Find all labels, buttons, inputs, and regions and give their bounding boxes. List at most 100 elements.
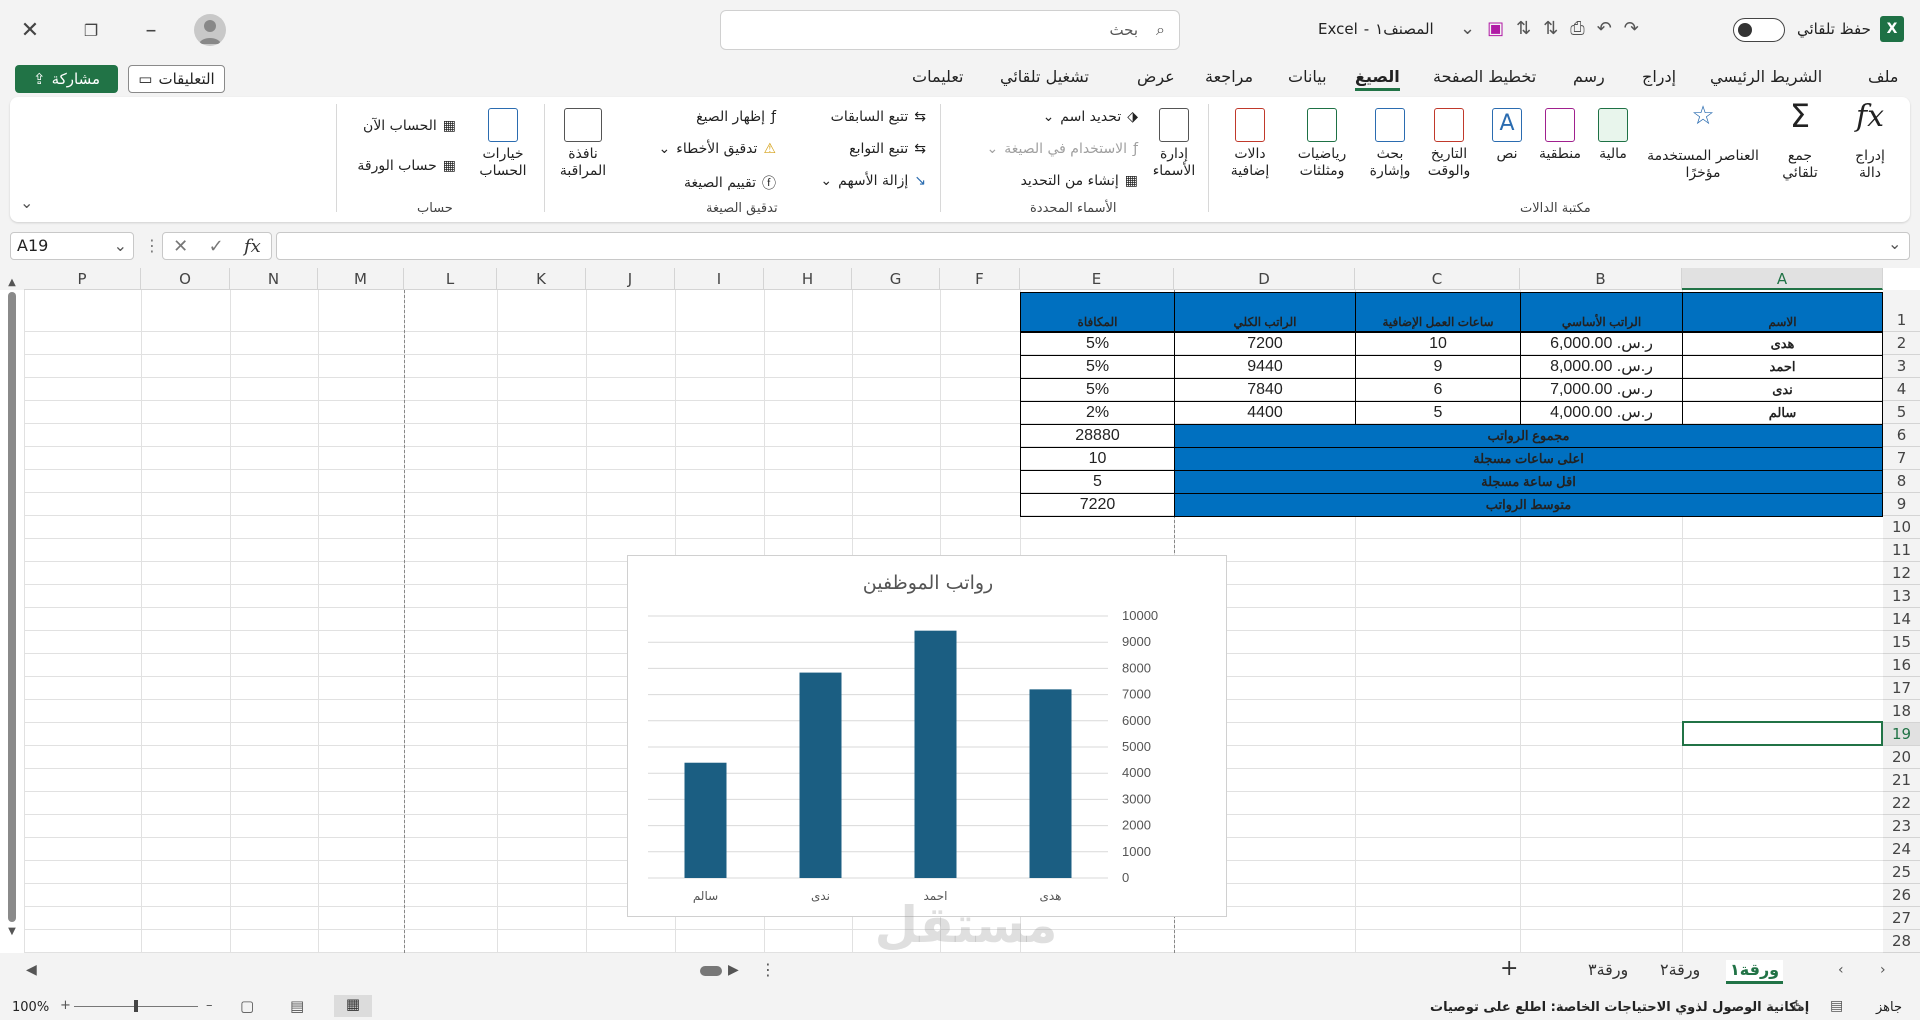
comments-button[interactable]: ▭ التعليقات <box>128 65 225 93</box>
cell-total-salary[interactable]: 7840 <box>1174 378 1356 402</box>
remove-arrows-button[interactable]: ↘ إزالة الأسهم ⌄ <box>792 173 926 189</box>
row-header-3[interactable]: 3 <box>1883 355 1920 378</box>
calc-options-button[interactable]: خيارات الحساب <box>470 108 536 180</box>
financial-button[interactable]: مالية <box>1590 108 1636 163</box>
cell-overtime[interactable]: 6 <box>1355 378 1521 402</box>
scroll-right-icon[interactable]: ▶ <box>728 962 739 978</box>
next-sheet-icon[interactable]: › <box>1880 962 1886 978</box>
math-button[interactable]: رياضيات ومثلثات <box>1284 108 1360 180</box>
calc-now-button[interactable]: ▦ الحساب الآن <box>350 118 456 134</box>
column-header-k[interactable]: K <box>497 268 586 290</box>
cell-total-salary[interactable]: 9440 <box>1174 355 1356 379</box>
sheet-tab-1[interactable]: ورقة١ <box>1726 960 1784 984</box>
summary-label[interactable]: مجموع الرواتب <box>1174 424 1883 448</box>
customize-qat-icon[interactable]: ⌄ <box>1460 18 1475 39</box>
tab-view[interactable]: عرض <box>1137 67 1175 86</box>
tab-formulas[interactable]: الصيغ <box>1355 67 1400 91</box>
datetime-button[interactable]: التاريخ والوقت <box>1418 108 1480 180</box>
selected-cell[interactable] <box>1682 721 1883 746</box>
tab-home[interactable]: الشريط الرئيسي <box>1710 67 1822 86</box>
chart-bar-4[interactable] <box>684 762 727 878</box>
error-checking-button[interactable]: ⚠ تدقيق الأخطاء ⌄ <box>630 141 776 157</box>
scroll-left-icon[interactable]: ◀ <box>26 962 37 978</box>
recently-used-button[interactable]: ☆ العناصر المستخدمة مؤخرًا <box>1640 103 1766 182</box>
sort-desc-icon[interactable]: ⇅ <box>1543 18 1558 39</box>
check-icon[interactable]: ✓ <box>209 236 224 257</box>
row-header-5[interactable]: 5 <box>1883 401 1920 424</box>
summary-value[interactable]: 7220 <box>1020 493 1175 517</box>
share-button[interactable]: ⇪ مشاركة <box>15 65 118 93</box>
watch-window-button[interactable]: نافذة المراقبة <box>552 108 614 180</box>
zoom-thumb[interactable] <box>134 1000 138 1012</box>
cell-total-salary[interactable]: 7200 <box>1174 332 1356 356</box>
print-icon[interactable]: ⎙ <box>1570 18 1584 39</box>
row-header-15[interactable]: 15 <box>1883 631 1920 654</box>
tab-help[interactable]: تعليمات <box>912 67 963 86</box>
redo-icon[interactable]: ↷ <box>1624 18 1639 39</box>
collapse-ribbon-icon[interactable]: ⌄ <box>20 193 33 212</box>
workbook-stats-icon[interactable]: ▤ <box>1830 998 1843 1014</box>
cell-base-salary[interactable]: ر.س. 4,000.00 <box>1520 401 1683 425</box>
tab-insert[interactable]: إدراج <box>1642 67 1676 86</box>
trace-dependents-button[interactable]: ⇆ تتبع التوابع <box>812 141 926 157</box>
create-from-selection-button[interactable]: ▦ إنشاء من التحديد <box>1000 173 1138 189</box>
sheet-tab-2[interactable]: ورقة٢ <box>1660 960 1700 979</box>
row-header-19[interactable]: 19 <box>1883 723 1920 746</box>
row-header-12[interactable]: 12 <box>1883 562 1920 585</box>
horizontal-scrollbar[interactable] <box>700 966 722 976</box>
autosave-toggle[interactable] <box>1733 18 1785 42</box>
column-header-n[interactable]: N <box>230 268 318 290</box>
vertical-scrollbar[interactable]: ▲ ▼ <box>4 277 20 947</box>
column-header-m[interactable]: M <box>318 268 404 290</box>
salary-chart[interactable]: رواتب الموظفين 0 1000 2000 3000 4000 5000 6000… <box>627 555 1227 917</box>
column-header-l[interactable]: L <box>404 268 497 290</box>
insert-function-icon[interactable]: fx <box>244 236 261 257</box>
page-layout-view-icon[interactable]: ▤ <box>290 997 304 1015</box>
name-box[interactable]: A19 ⌄ <box>10 232 134 260</box>
summary-label[interactable]: متوسط الرواتب <box>1174 493 1883 517</box>
column-header-a[interactable]: A <box>1682 268 1883 290</box>
text-functions-button[interactable]: A نص <box>1484 108 1530 163</box>
row-header-23[interactable]: 23 <box>1883 815 1920 838</box>
table-header-base-salary[interactable]: الراتب الأساسي <box>1520 292 1683 332</box>
zoom-out-icon[interactable]: – <box>206 998 213 1013</box>
table-header-overtime[interactable]: ساعات العمل الإضافية <box>1355 292 1521 332</box>
column-header-c[interactable]: C <box>1355 268 1520 290</box>
row-header-27[interactable]: 27 <box>1883 907 1920 930</box>
restore-icon[interactable]: ❐ <box>77 16 105 44</box>
accessibility-status[interactable]: إمكانية الوصول لذوي الاحتياجات الخاصة: ا… <box>1430 1000 1809 1015</box>
column-header-p[interactable]: P <box>24 268 141 290</box>
chart-bar-2[interactable] <box>914 630 957 878</box>
cell-name[interactable]: سالم <box>1682 401 1883 425</box>
summary-value[interactable]: 28880 <box>1020 424 1175 448</box>
row-header-24[interactable]: 24 <box>1883 838 1920 861</box>
row-header-16[interactable]: 16 <box>1883 654 1920 677</box>
column-header-d[interactable]: D <box>1174 268 1355 290</box>
trace-precedents-button[interactable]: ⇆ تتبع السابقات <box>812 109 926 125</box>
cell-base-salary[interactable]: ر.س. 6,000.00 <box>1520 332 1683 356</box>
expand-formula-icon[interactable]: ⌄ <box>1888 234 1901 253</box>
row-header-7[interactable]: 7 <box>1883 447 1920 470</box>
row-header-26[interactable]: 26 <box>1883 884 1920 907</box>
formula-input[interactable] <box>276 232 1910 260</box>
define-name-button[interactable]: ⬗ تحديد اسم ⌄ <box>1012 109 1138 125</box>
cell-name[interactable]: احمد <box>1682 355 1883 379</box>
chart-bar-1[interactable] <box>1029 689 1072 878</box>
cell-base-salary[interactable]: ر.س. 7,000.00 <box>1520 378 1683 402</box>
row-header-8[interactable]: 8 <box>1883 470 1920 493</box>
chart-bar-3[interactable] <box>799 672 842 878</box>
row-header-6[interactable]: 6 <box>1883 424 1920 447</box>
row-header-21[interactable]: 21 <box>1883 769 1920 792</box>
show-formulas-button[interactable]: ƒ إظهار الصيغ <box>670 109 776 125</box>
more-functions-button[interactable]: دالات إضافية <box>1218 108 1282 180</box>
cell-name[interactable]: ندى <box>1682 378 1883 402</box>
autosum-button[interactable]: Σ جمع تلقائي <box>1770 100 1830 182</box>
row-header-1[interactable]: 1 <box>1883 290 1920 332</box>
cell-bonus[interactable]: 5% <box>1020 332 1175 356</box>
tabs-more-icon[interactable]: ⋮ <box>760 960 776 979</box>
column-header-h[interactable]: H <box>764 268 852 290</box>
zoom-level[interactable]: 100% <box>12 1000 49 1015</box>
row-header-2[interactable]: 2 <box>1883 332 1920 355</box>
save-icon[interactable]: ▣ <box>1487 18 1504 39</box>
cell-bonus[interactable]: 2% <box>1020 401 1175 425</box>
